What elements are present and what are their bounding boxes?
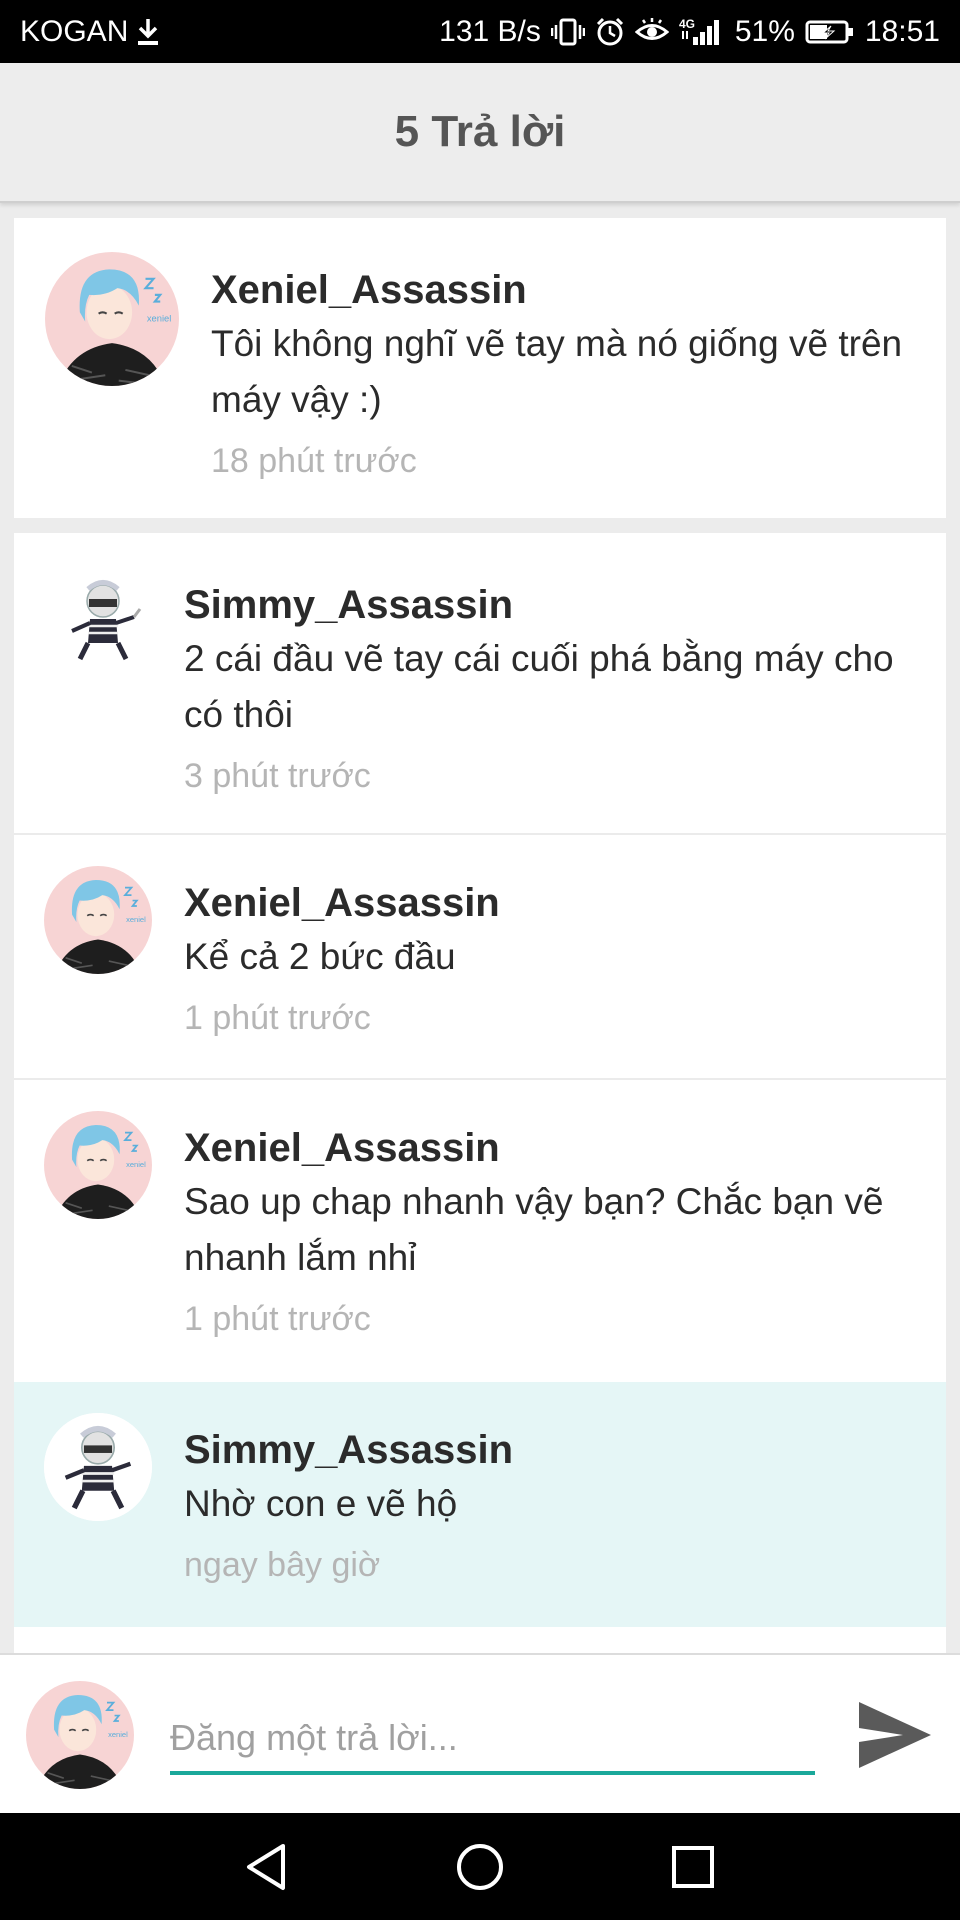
navigation-bar [0, 1813, 960, 1920]
recents-square-icon [672, 1846, 714, 1888]
header: 5 Trả lời [0, 63, 960, 203]
comment-text: Tôi không nghĩ vẽ tay mà nó giống vẽ trê… [211, 323, 903, 420]
home-button[interactable] [452, 1839, 508, 1895]
simmy-avatar-icon [44, 1413, 152, 1521]
network-speed: 131 B/s [439, 14, 541, 48]
vibrate-icon [550, 17, 585, 47]
xeniel-avatar[interactable]: xeniel [44, 1111, 152, 1219]
back-button[interactable] [238, 1839, 294, 1895]
reply-username[interactable]: Simmy_Assassin [184, 583, 513, 628]
battery-icon [805, 17, 855, 47]
xeniel-avatar[interactable]: xeniel [45, 252, 179, 386]
reply-composer: xeniel [0, 1653, 960, 1813]
page-title: 5 Trả lời [394, 107, 566, 156]
4g-signal-icon: 4G [679, 17, 725, 47]
reply-timestamp: ngay bây giờ [184, 1546, 381, 1584]
parent-comment: xeniel Xeniel_Assassin Tôi không nghĩ vẽ… [14, 218, 946, 518]
xeniel-avatar-icon: xeniel [44, 866, 152, 974]
reply-text: 2 cái đầu vẽ tay cái cuối phá bằng máy c… [184, 638, 894, 735]
simmy-avatar[interactable] [44, 1413, 152, 1521]
reply-timestamp: 1 phút trước [184, 1300, 371, 1338]
reply-timestamp: 3 phút trước [184, 757, 371, 795]
replies-list: Simmy_Assassin 2 cái đầu vẽ tay cái cuối… [14, 533, 946, 1653]
simmy-avatar[interactable] [58, 571, 148, 669]
eye-icon [634, 17, 669, 47]
reply-username[interactable]: Simmy_Assassin [184, 1428, 513, 1473]
reply-item-highlighted: Simmy_Assassin Nhờ con e vẽ hộ ngay bây … [14, 1382, 946, 1627]
reply-item: Simmy_Assassin 2 cái đầu vẽ tay cái cuối… [14, 533, 946, 835]
alarm-icon [595, 17, 625, 47]
status-bar: KOGAN 131 B/s 4G 51% 18:51 [0, 0, 960, 63]
recents-button[interactable] [665, 1839, 721, 1895]
home-circle-icon [457, 1844, 503, 1890]
reply-timestamp: 1 phút trước [184, 999, 371, 1037]
battery-percent: 51% [734, 14, 795, 48]
reply-text: Kể cả 2 bức đầu [184, 936, 456, 977]
reply-username[interactable]: Xeniel_Assassin [184, 1126, 500, 1171]
reply-input[interactable] [170, 1705, 815, 1775]
send-button[interactable] [855, 1695, 935, 1775]
clock-time: 18:51 [864, 14, 940, 48]
xeniel-avatar-icon: xeniel [26, 1681, 134, 1789]
svg-text:xeniel: xeniel [126, 915, 146, 924]
network-type-label: 4G [679, 17, 695, 31]
svg-text:xeniel: xeniel [147, 314, 172, 324]
comment-username[interactable]: Xeniel_Assassin [211, 268, 527, 313]
xeniel-avatar-icon: xeniel [45, 252, 179, 386]
back-triangle-icon [247, 1844, 285, 1890]
download-arrow-icon [134, 17, 162, 47]
parent-comment-card: xeniel Xeniel_Assassin Tôi không nghĩ vẽ… [14, 218, 946, 518]
reply-text: Nhờ con e vẽ hộ [184, 1483, 458, 1524]
simmy-avatar-icon [58, 571, 148, 669]
current-user-avatar: xeniel [26, 1681, 134, 1789]
send-icon [859, 1702, 931, 1768]
reply-item: xeniel Xeniel_Assassin Kể cả 2 bức đầu 1… [14, 835, 946, 1080]
reply-text: Sao up chap nhanh vậy bạn? Chắc bạn vẽ n… [184, 1181, 884, 1278]
carrier-label: KOGAN [20, 14, 129, 48]
xeniel-avatar[interactable]: xeniel [44, 866, 152, 974]
xeniel-avatar-icon: xeniel [44, 1111, 152, 1219]
reply-item: xeniel Xeniel_Assassin Sao up chap nhanh… [14, 1080, 946, 1382]
svg-text:xeniel: xeniel [108, 1730, 128, 1739]
svg-text:xeniel: xeniel [126, 1160, 146, 1169]
comment-timestamp: 18 phút trước [211, 442, 417, 480]
reply-username[interactable]: Xeniel_Assassin [184, 881, 500, 926]
